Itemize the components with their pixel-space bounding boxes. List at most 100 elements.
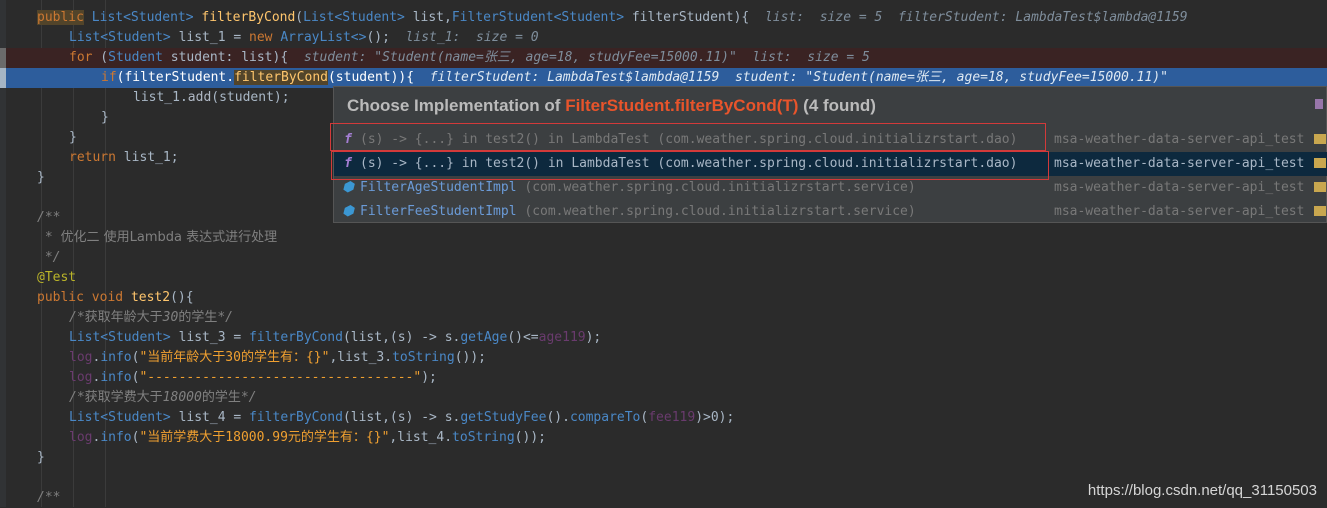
- code-text: (: [92, 50, 109, 65]
- method-call: getStudyFee: [460, 410, 547, 425]
- keyword: public: [37, 290, 84, 305]
- type-token: List<Student>: [69, 410, 171, 425]
- lambda-function-icon: f: [344, 156, 352, 171]
- implementation-module: msa-weather-data-server-api_test: [1054, 204, 1305, 219]
- code-line-12[interactable]: * 优化二 使用Lambda 表达式进行处理: [0, 228, 1327, 248]
- code-text: list_1.: [133, 90, 188, 105]
- keyword: void: [91, 290, 124, 305]
- debug-inline-hint: student: "Student(name=张三, age=18, study…: [303, 50, 870, 65]
- code-line-20[interactable]: /*获取学费大于18000的学生*/: [0, 388, 1327, 408]
- debug-inline-hint: list_1: size = 0: [405, 30, 539, 45]
- keyword: for: [69, 50, 93, 65]
- type-token: List<Student>: [69, 330, 171, 345]
- code-text: list_1;: [115, 150, 179, 165]
- method-name: filterByCond: [201, 10, 296, 25]
- code-text: (list,(s) -> s.: [342, 330, 461, 345]
- param-name: list,: [412, 10, 452, 25]
- implementation-package: (com.weather.spring.cloud.initializrstar…: [649, 132, 1018, 147]
- keyword: return: [69, 150, 116, 165]
- method-call: info: [100, 370, 132, 385]
- implementation-signature: (s) -> {...} in test2() in LambdaTest: [360, 156, 650, 171]
- code-line-1[interactable]: public List<Student> filterByCond(List<S…: [0, 8, 1327, 28]
- method-call: getAge: [460, 330, 508, 345]
- implementation-package: (com.weather.spring.cloud.initializrstar…: [649, 156, 1018, 171]
- method-call: add: [187, 90, 212, 105]
- code-line-16[interactable]: /*获取年龄大于30的学生*/: [0, 308, 1327, 328]
- method-call: info: [100, 350, 132, 365]
- method-call[interactable]: filterByCond: [234, 70, 328, 85]
- code-text: )>0);: [695, 410, 735, 425]
- closing-brace: }: [37, 450, 45, 465]
- closing-brace: }: [101, 110, 109, 125]
- method-call: filterByCond: [249, 410, 343, 425]
- variable-token: fee119: [648, 410, 696, 425]
- code-text: list_1 =: [178, 30, 250, 45]
- implementation-package: (com.weather.spring.cloud.initializrstar…: [516, 204, 916, 219]
- breakpoint-marker[interactable]: [0, 48, 6, 68]
- implementation-item-3[interactable]: ⬢ FilterAgeStudentImpl (com.weather.spri…: [334, 176, 1327, 200]
- implementation-signature: FilterAgeStudentImpl: [360, 180, 517, 195]
- code-line-13[interactable]: */: [0, 248, 1327, 268]
- code-text: (list,(s) -> s.: [342, 410, 461, 425]
- method-call: toString: [452, 430, 515, 445]
- code-line-14[interactable]: @Test: [0, 268, 1327, 288]
- variable-token: age119: [538, 330, 586, 345]
- code-text: (student);: [211, 90, 290, 105]
- code-text: student: list){: [162, 50, 289, 65]
- code-text: ());: [514, 430, 546, 445]
- code-line-4-execution-point[interactable]: if(filterStudent.filterByCond(student)){…: [0, 68, 1327, 88]
- method-name: test2: [130, 290, 171, 305]
- watermark: https://blog.csdn.net/qq_31150503: [1087, 482, 1317, 499]
- code-line-21[interactable]: List<Student> list_4 = filterByCond(list…: [0, 408, 1327, 428]
- string-literal: "----------------------------------": [139, 370, 422, 385]
- debug-inline-hint: list: size = 5 filterStudent: LambdaTest…: [764, 10, 1188, 25]
- string-literal: "当前学费大于18000.99元的学生有：{}": [139, 430, 390, 445]
- variable-token: log: [69, 430, 93, 445]
- type-token: ArrayList<>: [280, 30, 367, 45]
- implementation-item-2-selected[interactable]: f (s) -> {...} in test2() in LambdaTest …: [334, 152, 1327, 176]
- block-comment: /*获取学费大于18000的学生*/: [69, 390, 257, 405]
- doc-comment: /**: [37, 490, 61, 505]
- type-token: List<Student>: [69, 30, 171, 45]
- implementation-item-1[interactable]: f (s) -> {...} in test2() in LambdaTest …: [334, 128, 1327, 152]
- code-line-15[interactable]: public void test2(){: [0, 288, 1327, 308]
- code-text: (){: [170, 290, 194, 305]
- code-text: list_4 =: [170, 410, 250, 425]
- code-text: );: [585, 330, 602, 345]
- implementation-signature: (s) -> {...} in test2() in LambdaTest: [360, 132, 650, 147]
- implementation-module: msa-weather-data-server-api_test: [1054, 180, 1305, 195]
- implementation-signature: FilterFeeStudentImpl: [360, 204, 517, 219]
- implementation-item-4[interactable]: ⬢ FilterFeeStudentImpl (com.weather.spri…: [334, 200, 1327, 224]
- folder-icon: [1314, 158, 1326, 168]
- code-line-19[interactable]: log.info("------------------------------…: [0, 368, 1327, 388]
- implementation-package: (com.weather.spring.cloud.initializrstar…: [516, 180, 916, 195]
- method-call: compareTo: [569, 410, 641, 425]
- code-line-2[interactable]: List<Student> list_1 = new ArrayList<>()…: [0, 28, 1327, 48]
- code-text: list_3 =: [170, 330, 250, 345]
- lambda-function-icon: f: [344, 132, 352, 147]
- choose-implementation-popup[interactable]: Choose Implementation of FilterStudent.f…: [333, 86, 1327, 223]
- code-text: ()<=: [507, 330, 539, 345]
- variable-token: log: [69, 370, 93, 385]
- doc-comment: /**: [37, 210, 61, 225]
- code-text: ());: [454, 350, 487, 365]
- code-line-18[interactable]: log.info("当前年龄大于30的学生有：{}",list_3.toStri…: [0, 348, 1327, 368]
- code-line-3-breakpoint[interactable]: for (Student student: list){ student: "S…: [0, 48, 1327, 68]
- implementation-module: msa-weather-data-server-api_test: [1054, 132, 1305, 147]
- method-call: toString: [392, 350, 455, 365]
- code-line-22[interactable]: log.info("当前学费大于18000.99元的学生有：{}",list_4…: [0, 428, 1327, 448]
- popup-title: Choose Implementation of FilterStudent.f…: [347, 96, 876, 115]
- annotation: @Test: [37, 270, 77, 285]
- code-text: ();: [366, 30, 390, 45]
- type-token: List<Student>: [91, 10, 194, 25]
- type-token: Student: [108, 50, 163, 65]
- folder-icon: [1314, 182, 1326, 192]
- code-text: (student)){: [327, 70, 415, 85]
- pin-icon[interactable]: [1315, 99, 1323, 109]
- string-literal: "当前年龄大于30的学生有：{}": [139, 350, 330, 365]
- method-call: filterByCond: [249, 330, 343, 345]
- code-line-23[interactable]: }: [0, 448, 1327, 468]
- code-text: (filterStudent.: [116, 70, 235, 85]
- keyword: public: [37, 10, 84, 25]
- code-line-17[interactable]: List<Student> list_3 = filterByCond(list…: [0, 328, 1327, 348]
